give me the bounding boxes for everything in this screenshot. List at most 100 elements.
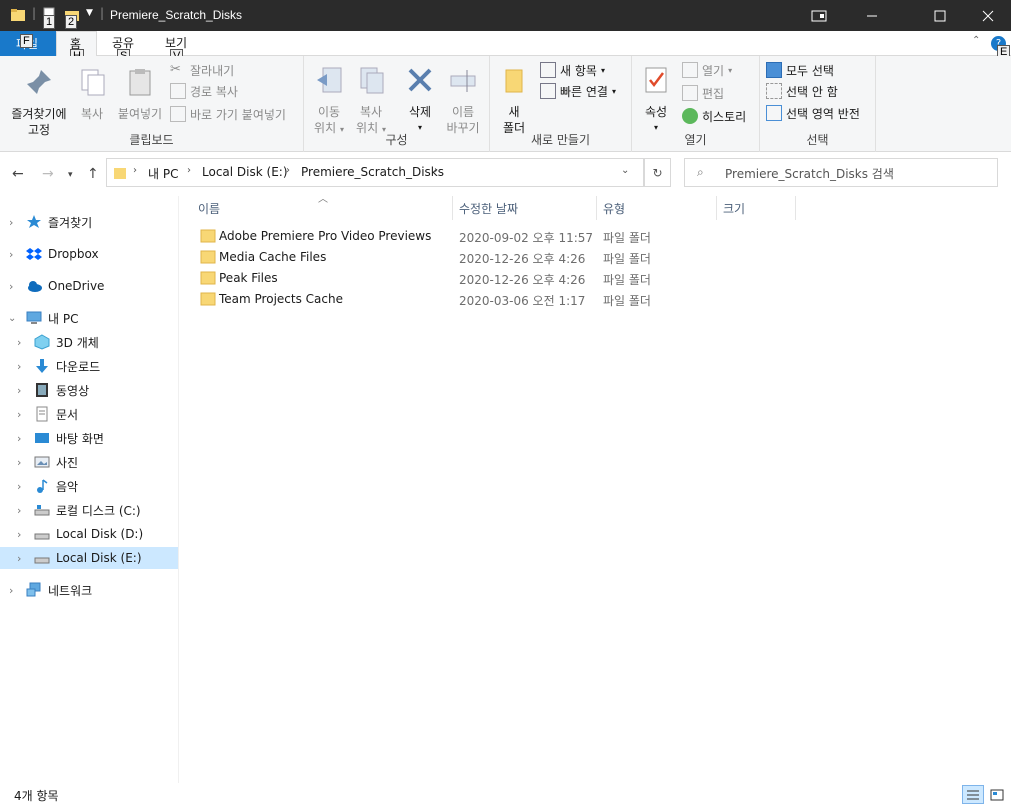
tree-item-documents[interactable]: › 문서	[0, 403, 179, 425]
up-arrow-icon[interactable]: ↑	[87, 166, 99, 182]
details-view-button[interactable]	[962, 785, 984, 804]
edit-icon	[682, 85, 698, 101]
video-icon	[36, 383, 48, 397]
tree-item-desktop[interactable]: › 바탕 화면	[0, 427, 179, 449]
select-all-button[interactable]: 모두 선택	[766, 60, 834, 80]
back-arrow-icon[interactable]: ←	[12, 166, 24, 182]
tree-item-network[interactable]: › 네트워크	[0, 579, 179, 601]
tree-item-this-pc[interactable]: ⌄ 내 PC	[0, 307, 179, 329]
folder-icon	[11, 9, 25, 21]
new-folder-button[interactable]: 새 폴더	[496, 64, 532, 136]
music-icon	[37, 479, 48, 493]
paste-button[interactable]: 붙여넣기	[114, 66, 166, 122]
easy-access-icon	[540, 83, 556, 99]
close-button[interactable]	[965, 0, 1011, 31]
organize-group: 이동 위치 ▾ 복사 위치 ▾ 삭제 ▾ 이름 바꾸기 구성	[304, 56, 490, 152]
ribbon-tab-bar: 파일 F 홈 H 공유 S 보기 V ⌃ ? E	[0, 31, 1011, 63]
address-bar[interactable]: › 내 PC › Local Disk (E:) › Premiere_Scra…	[106, 158, 644, 187]
folder-icon	[200, 292, 216, 306]
chevron-right-icon: ›	[17, 335, 22, 349]
tree-item-dropbox[interactable]: › Dropbox	[0, 243, 179, 265]
column-header-name[interactable]: 이름	[192, 196, 453, 220]
scissors-icon: ✂	[170, 62, 181, 77]
easy-access-button[interactable]: 빠른 연결 ▾	[540, 81, 616, 101]
recent-locations-icon[interactable]: ▾	[68, 170, 73, 180]
address-dropdown-icon[interactable]: ⌄	[621, 165, 629, 176]
folder-icon	[200, 250, 216, 264]
column-header-date[interactable]: 수정한 날짜	[453, 196, 597, 220]
download-icon	[36, 359, 48, 373]
paste-icon	[129, 69, 151, 96]
edit-button[interactable]: 편집	[682, 83, 724, 103]
copy-button[interactable]: 복사	[74, 66, 110, 122]
search-box[interactable]: ⌕ Premiere_Scratch_Disks 검색	[684, 158, 998, 187]
item-count: 4개 항목	[14, 789, 59, 803]
collapse-ribbon-icon[interactable]: ⌃	[972, 35, 980, 46]
copy-path-button[interactable]: 경로 복사	[170, 81, 238, 101]
table-row[interactable]: Adobe Premiere Pro Video Previews 2020-0…	[196, 226, 666, 247]
close-icon	[982, 10, 994, 21]
chevron-right-icon: ›	[17, 359, 22, 373]
select-none-button[interactable]: 선택 안 함	[766, 81, 838, 101]
tree-item-downloads[interactable]: › 다운로드	[0, 355, 179, 377]
delete-button[interactable]: 삭제 ▾	[400, 64, 440, 136]
tree-item-local-disk-c[interactable]: › 로컬 디스크 (C:)	[0, 499, 179, 521]
forward-arrow-icon[interactable]: →	[42, 166, 54, 182]
chevron-right-icon: ›	[17, 431, 22, 445]
chevron-right-icon: ›	[9, 215, 14, 229]
refresh-button[interactable]: ↻	[644, 158, 671, 187]
open-button[interactable]: 열기 ▾	[682, 60, 732, 80]
tablet-mode-button[interactable]	[796, 0, 842, 31]
tree-item-quick-access[interactable]: › 즐겨찾기	[0, 211, 179, 233]
move-to-button[interactable]: 이동 위치 ▾	[308, 64, 350, 138]
table-row[interactable]: Peak Files 2020-12-26 오후 4:26 파일 폴더	[196, 268, 666, 289]
new-group-label: 새로 만들기	[530, 133, 590, 147]
new-item-button[interactable]: 새 항목 ▾	[540, 60, 605, 80]
tree-item-local-disk-d[interactable]: › Local Disk (D:)	[0, 523, 179, 545]
chevron-right-icon: ›	[9, 247, 14, 261]
invert-selection-button[interactable]: 선택 영역 반전	[766, 103, 860, 123]
tree-item-3d-objects[interactable]: › 3D 개체	[0, 331, 179, 353]
history-button[interactable]: 히스토리	[682, 106, 746, 126]
cut-button[interactable]: ✂ 잘라내기	[170, 60, 234, 80]
select-all-icon	[766, 62, 782, 78]
organize-group-label: 구성	[385, 133, 408, 147]
paste-shortcut-button[interactable]: 바로 가기 붙여넣기	[170, 104, 286, 124]
column-header-size[interactable]: 크기	[717, 196, 796, 220]
keytip-1: 1	[43, 15, 56, 29]
large-icons-view-icon	[990, 789, 1004, 800]
large-icons-view-button[interactable]	[986, 785, 1008, 804]
tree-item-videos[interactable]: › 동영상	[0, 379, 179, 401]
customize-dropdown-icon[interactable]: ▼	[86, 8, 93, 18]
maximize-button[interactable]	[917, 0, 963, 31]
table-row[interactable]: Media Cache Files 2020-12-26 오후 4:26 파일 …	[196, 247, 666, 268]
tree-item-local-disk-e[interactable]: › Local Disk (E:)	[0, 547, 178, 569]
paste-shortcut-icon	[170, 106, 186, 122]
tree-item-onedrive[interactable]: › OneDrive	[0, 275, 179, 297]
details-view-icon	[967, 790, 979, 799]
tree-item-music[interactable]: › 음악	[0, 475, 179, 497]
tree-item-pictures[interactable]: › 사진	[0, 451, 179, 473]
rename-button[interactable]: 이름 바꾸기	[442, 64, 484, 136]
chevron-down-icon: ⌄	[8, 312, 17, 324]
properties-button[interactable]: 속성 ▾	[638, 64, 674, 136]
minimize-icon	[867, 15, 877, 16]
table-row[interactable]: Team Projects Cache 2020-03-06 오전 1:17 파…	[196, 289, 666, 310]
chevron-right-icon: ›	[17, 527, 22, 541]
pin-icon	[27, 70, 51, 94]
breadcrumb-local-disk-e[interactable]: Local Disk (E:)	[202, 165, 288, 179]
clipboard-group: 즐겨찾기에 고정 복사 붙여넣기 ✂ 잘라내기 경로 복사 바로 가기 붙여넣기 …	[0, 56, 304, 152]
breadcrumb-this-pc[interactable]: 내 PC	[148, 165, 178, 182]
star-icon	[27, 215, 41, 228]
chevron-right-icon: ›	[17, 479, 22, 493]
move-to-icon	[317, 67, 342, 93]
pin-to-quick-access-button[interactable]: 즐겨찾기에 고정	[4, 66, 74, 138]
minimize-button[interactable]	[849, 0, 895, 31]
breadcrumb-current-folder[interactable]: Premiere_Scratch_Disks	[301, 165, 444, 179]
maximize-icon	[934, 10, 946, 21]
pc-icon	[26, 311, 42, 324]
copy-path-icon	[170, 83, 186, 99]
copy-to-button[interactable]: 복사 위치 ▾	[350, 64, 392, 138]
keytip-2: 2	[65, 15, 78, 29]
column-header-type[interactable]: 유형	[597, 196, 717, 220]
